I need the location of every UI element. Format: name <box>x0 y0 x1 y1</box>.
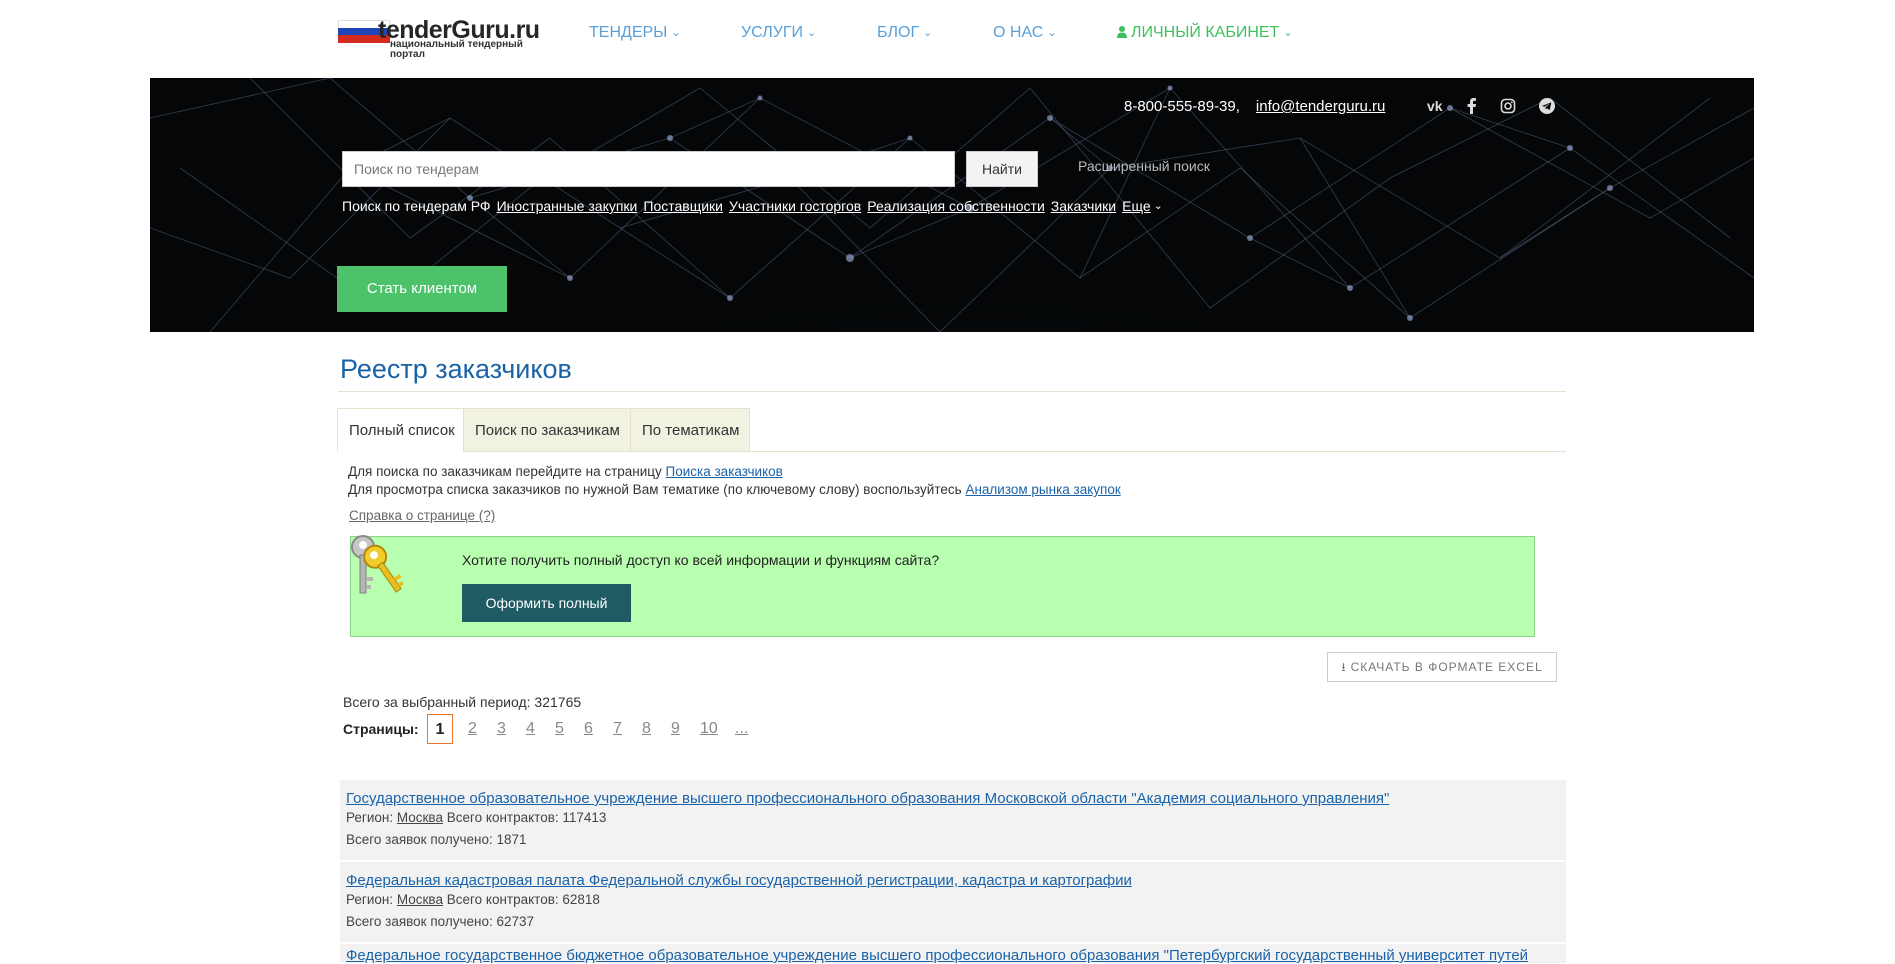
quick-link-property[interactable]: Реализация собственности <box>867 198 1045 214</box>
market-analysis-link[interactable]: Анализом рынка закупок <box>965 482 1120 497</box>
search-button[interactable]: Найти <box>966 151 1038 187</box>
page-7[interactable]: 7 <box>613 714 622 744</box>
result-meta: Регион: Москва Всего контрактов: 62818 <box>346 889 1566 911</box>
phone-number[interactable]: 8-800-555-89-39, <box>1124 98 1240 115</box>
nav-services[interactable]: УСЛУГИ ⌄ <box>741 24 816 42</box>
nav-about[interactable]: О НАС ⌄ <box>993 24 1057 42</box>
user-icon <box>1117 26 1127 38</box>
region-link[interactable]: Москва <box>397 810 443 825</box>
email-link[interactable]: info@tenderguru.ru <box>1256 98 1385 115</box>
page-title: Реестр заказчиков <box>340 354 572 384</box>
applications-count: Всего заявок получено: 1871 <box>346 832 527 847</box>
chevron-down-icon: ⌄ <box>923 27 933 39</box>
region-link[interactable]: Москва <box>397 892 443 907</box>
download-excel-label: СКАЧАТЬ В ФОРМАТЕ EXCEL <box>1350 660 1543 674</box>
page-help-link[interactable]: Справка о странице (?) <box>349 508 495 523</box>
nav-about-label: О НАС <box>993 24 1044 41</box>
quick-link-more[interactable]: Еще <box>1122 198 1151 214</box>
customer-link[interactable]: Федеральное государственное бюджетное об… <box>346 947 1566 964</box>
nav-personal-cabinet-label: ЛИЧНЫЙ КАБИНЕТ <box>1131 24 1280 41</box>
download-icon: ⭳ <box>1341 660 1346 674</box>
quick-link-suppliers[interactable]: Поставщики <box>643 198 723 214</box>
nav-personal-cabinet[interactable]: ЛИЧНЫЙ КАБИНЕТ ⌄ <box>1117 24 1293 42</box>
page-8[interactable]: 8 <box>642 714 651 744</box>
result-meta: Регион: Москва Всего контрактов: 117413 <box>346 807 1566 829</box>
quick-search-links: Поиск по тендерам РФ Иностранные закупки П… <box>342 198 1163 214</box>
customer-link[interactable]: Федеральная кадастровая палата Федеральн… <box>346 872 1566 889</box>
become-client-button[interactable]: Стать клиентом <box>337 266 507 312</box>
nav-blog-label: БЛОГ <box>877 24 920 41</box>
chevron-down-icon: ⌄ <box>1283 27 1293 39</box>
contracts-count: Всего контрактов: 117413 <box>446 810 607 825</box>
svg-text:vk: vk <box>1427 98 1443 114</box>
chevron-down-icon: ⌄ <box>807 27 817 39</box>
chevron-down-icon: ⌄ <box>671 27 681 39</box>
site-logo[interactable]: tenderGuru.ru национальный тендерный пор… <box>338 16 540 62</box>
instagram-icon[interactable] <box>1500 97 1516 115</box>
quick-links-prefix: Поиск по тендерам РФ <box>342 198 491 214</box>
divider <box>338 391 1566 392</box>
contracts-count: Всего контрактов: 62818 <box>446 892 600 907</box>
divider <box>464 451 1566 452</box>
region-label: Регион: <box>346 892 394 907</box>
tender-search-input[interactable] <box>342 151 955 187</box>
tab-full-list[interactable]: Полный список <box>337 408 464 452</box>
page-10[interactable]: 10 <box>700 714 718 744</box>
nav-tenders[interactable]: ТЕНДЕРЫ ⌄ <box>589 24 681 42</box>
page-2[interactable]: 2 <box>468 714 477 744</box>
customer-link[interactable]: Государственное образовательное учрежден… <box>346 790 1566 807</box>
pagination-label: Страницы: <box>343 721 419 737</box>
quick-link-customers[interactable]: Заказчики <box>1051 198 1116 214</box>
info-text: Для поиска по заказчикам перейдите на ст… <box>348 463 1121 499</box>
advanced-search-link[interactable]: Расширенный поиск <box>1078 158 1210 174</box>
info-line1-text: Для поиска по заказчикам перейдите на ст… <box>348 464 662 479</box>
promo-text: Хотите получить полный доступ ко всей ин… <box>462 552 940 568</box>
page-more[interactable]: ... <box>735 714 748 744</box>
page-5[interactable]: 5 <box>555 714 564 744</box>
nav-tenders-label: ТЕНДЕРЫ <box>589 24 668 41</box>
logo-subtitle: национальный тендерный портал <box>390 39 523 60</box>
applications-count: Всего заявок получено: 62737 <box>346 914 535 929</box>
chevron-down-icon: ⌄ <box>1047 27 1057 39</box>
tab-by-topic[interactable]: По тематикам <box>630 408 750 452</box>
chevron-down-icon: ⌄ <box>1153 200 1163 212</box>
full-access-promo: Хотите получить полный доступ ко всей ин… <box>350 536 1535 649</box>
customer-search-link[interactable]: Поиска заказчиков <box>666 464 783 479</box>
page-9[interactable]: 9 <box>671 714 680 744</box>
page-1[interactable]: 1 <box>427 714 453 744</box>
total-count: Всего за выбранный период: 321765 <box>343 694 582 710</box>
tab-customer-search[interactable]: Поиск по заказчикам <box>463 408 631 452</box>
get-full-access-button[interactable]: Оформить полный доступ <box>462 584 631 649</box>
top-navbar: tenderGuru.ru национальный тендерный пор… <box>0 0 1895 77</box>
list-item: Федеральная кадастровая палата Федеральн… <box>340 862 1566 942</box>
page-4[interactable]: 4 <box>526 714 535 744</box>
page-3[interactable]: 3 <box>497 714 506 744</box>
page-6[interactable]: 6 <box>584 714 593 744</box>
download-excel-button[interactable]: ⭳ СКАЧАТЬ В ФОРМАТЕ EXCEL <box>1327 652 1557 682</box>
telegram-icon[interactable] <box>1538 97 1556 115</box>
facebook-icon[interactable] <box>1466 97 1478 115</box>
quick-link-foreign[interactable]: Иностранные закупки <box>497 198 638 214</box>
nav-services-label: УСЛУГИ <box>741 24 804 41</box>
quick-link-participants[interactable]: Участники госторгов <box>729 198 861 214</box>
region-label: Регион: <box>346 810 394 825</box>
info-line2-text: Для просмотра списка заказчиков по нужно… <box>348 482 962 497</box>
list-item: Федеральное государственное бюджетное об… <box>340 944 1566 964</box>
list-item: Государственное образовательное учрежден… <box>340 780 1566 860</box>
contact-info: 8-800-555-89-39, info@tenderguru.ru <box>1124 98 1385 115</box>
vk-icon[interactable]: vk <box>1427 97 1447 115</box>
keys-icon <box>351 535 405 594</box>
nav-blog[interactable]: БЛОГ ⌄ <box>877 24 932 42</box>
